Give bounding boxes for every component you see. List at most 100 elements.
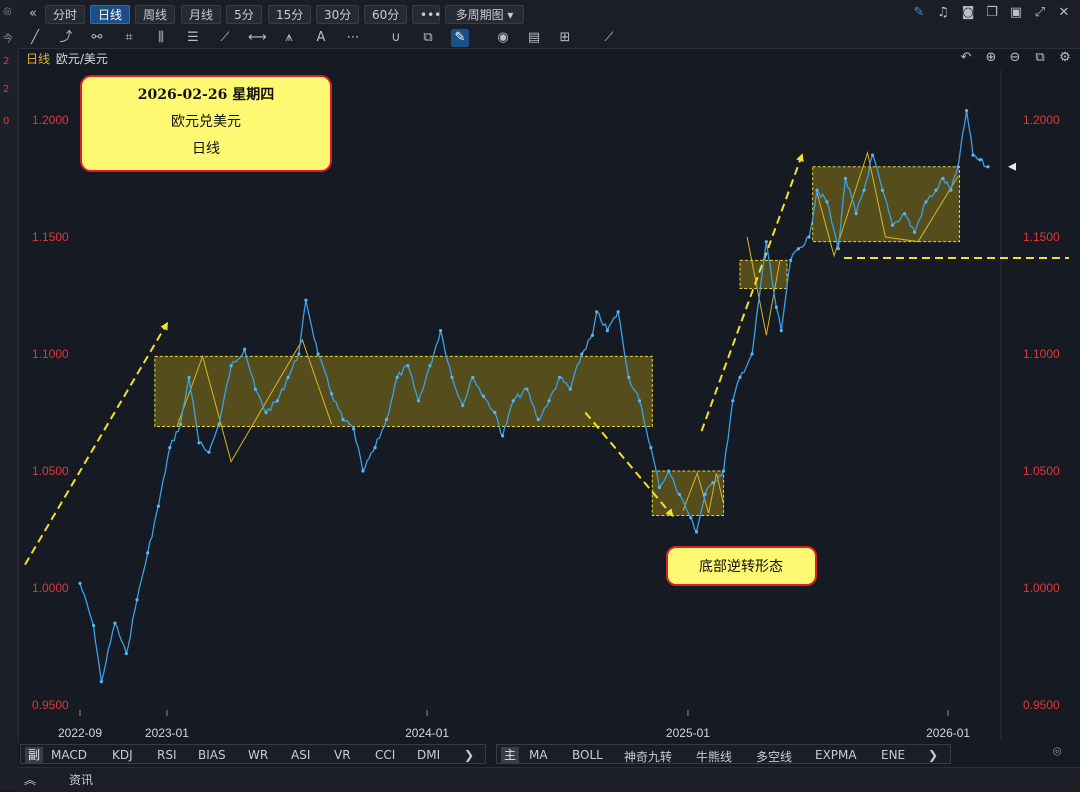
price-point [178,422,183,426]
price-point [711,481,715,485]
indicator-vr[interactable]: VR [334,748,351,762]
expand-icon[interactable]: ⤢ [1031,4,1049,22]
price-point [471,375,475,379]
indicator-asi[interactable]: ASI [291,748,310,762]
period-button-60min[interactable]: 60分 [364,5,407,24]
indicator-boll[interactable]: BOLL [572,748,603,762]
news-tab[interactable]: 资讯 [69,771,93,788]
indicator-bias[interactable]: BIAS [198,748,226,762]
eye-icon[interactable]: ◉ [494,29,512,47]
parallel-icon[interactable]: ⫼ [152,29,170,47]
callout-top-line2: 欧元兑美元 [171,114,241,130]
period-button-15min[interactable]: 15分 [268,5,311,24]
ray-icon[interactable]: ⤴ [57,29,75,47]
period-button-weekly[interactable]: 周线 [135,5,175,24]
multi-period-dropdown[interactable]: 多周期图 ▾ [445,5,524,24]
price-point [694,530,699,534]
indicator-bull-bear[interactable]: 牛熊线 [696,748,732,765]
price-chart[interactable]: 1.2000 1.1500 1.1000 1.0500 1.0000 0.9500 1.2… [18,70,1080,740]
period-button-timeshare[interactable]: 分时 [45,5,85,24]
zoom-out-icon[interactable]: ⊖ [1006,49,1024,67]
chart-label: 日线 欧元/美元 [26,50,108,67]
price-point [750,352,754,356]
price-point [941,176,945,181]
price-point [156,504,160,508]
indicator-ene[interactable]: ENE [881,748,905,762]
price-point [428,364,432,368]
price-point [657,485,662,489]
indicator-wr[interactable]: WR [248,748,268,762]
price-point [903,212,907,216]
indicator-td9[interactable]: 神奇九转 [624,748,672,765]
indicator-ma[interactable]: MA [529,748,548,762]
trash-icon[interactable]: ▤ [525,29,543,47]
x-tick-label: 2024-01 [405,726,449,740]
price-point [275,399,280,403]
magnet-icon[interactable]: ∪ [387,29,405,47]
callout-bottom: 底部逆转形态 [666,546,817,586]
double-chevron-left-icon[interactable]: « [24,5,42,23]
copy-icon[interactable]: ❐ [983,4,1001,22]
pen-icon[interactable]: ✎ [910,4,928,22]
zoom-in-icon[interactable]: ⊕ [982,49,1000,67]
drawing-toolbar: ╱ ⤴ ⚯ ⌗ ⫼ ☰ ⟋ ⟷ ⩚ A ⋯ ∪ ⧉ ✎ ◉ ▤ ⊞ ⟋ [18,28,1080,49]
left-strip-item: 0 [3,116,10,127]
fib-icon[interactable]: ☰ [184,29,202,47]
polyline-icon[interactable]: ⚯ [88,29,106,47]
close-icon[interactable]: ✕ [1055,4,1073,22]
chevron-right-icon[interactable]: ❯ [928,748,938,762]
price-point [956,165,960,169]
left-strip-item[interactable]: ◎ [3,6,12,17]
more-periods-button[interactable]: ••• [412,5,441,24]
settings-icon[interactable]: ⚙ [1056,49,1074,67]
price-point [536,417,540,422]
monitor-icon[interactable]: ▣ [1007,4,1025,22]
price-point [146,551,150,555]
indicator-long-short[interactable]: 多空线 [756,748,792,765]
price-point [373,446,377,450]
indicator-dmi[interactable]: DMI [417,748,440,762]
layout-icon[interactable]: ⧉ [1031,49,1049,67]
bell-icon[interactable]: ♫ [934,4,952,22]
gann-icon[interactable]: ⟋ [216,29,234,47]
undo-icon[interactable]: ↶ [957,49,975,67]
indicator-macd[interactable]: MACD [51,748,87,762]
price-point [481,394,485,398]
period-button-daily[interactable]: 日线 [90,5,130,24]
left-strip-item[interactable]: 今 [3,30,13,45]
line-icon[interactable]: ╱ [26,29,44,47]
text-icon[interactable]: A [312,29,330,47]
indicator-rsi[interactable]: RSI [157,748,177,762]
camera-icon[interactable]: ◙ [959,4,977,22]
chevron-right-icon[interactable]: ❯ [464,748,474,762]
pitchfork-icon[interactable]: ⩚ [280,29,298,47]
location-icon[interactable]: ⌾ [1053,744,1061,760]
layers-icon[interactable]: ⧉ [419,29,437,47]
period-button-30min[interactable]: 30分 [316,5,359,24]
consolidation-boxes [154,166,960,516]
period-button-monthly[interactable]: 月线 [181,5,221,24]
price-point [352,427,356,431]
price-point [605,329,610,333]
price-point [815,188,819,192]
period-toolbar: « 分时 日线 周线 月线 5分 15分 30分 60分 ••• 多周期图 ▾ … [18,0,1080,28]
double-chevron-up-icon[interactable]: ︽ [24,771,36,788]
indicator-kdj[interactable]: KDJ [112,748,133,762]
indicator-expma[interactable]: EXPMA [815,748,857,762]
period-button-5min[interactable]: 5分 [226,5,262,24]
sub-indicator-group: 副 MACD KDJ RSI BIAS WR ASI VR CCI DMI ❯ [20,744,486,764]
ruler-icon[interactable]: ⟋ [600,29,618,47]
y-tick-label: 1.1000 [1023,347,1060,361]
chart-period-label: 日线 [26,52,51,66]
price-point [124,651,128,656]
range-icon[interactable]: ⟷ [248,29,267,47]
main-indicator-tag: 主 [501,747,520,763]
pencil-icon[interactable]: ✎ [451,29,469,47]
price-point [595,310,599,314]
crop-icon[interactable]: ⌗ [120,29,138,47]
indicator-cci[interactable]: CCI [375,748,395,762]
trend-arrow [700,153,804,432]
grid-icon[interactable]: ⊞ [556,29,574,47]
more-icon[interactable]: ⋯ [344,29,362,47]
price-point [986,165,990,169]
